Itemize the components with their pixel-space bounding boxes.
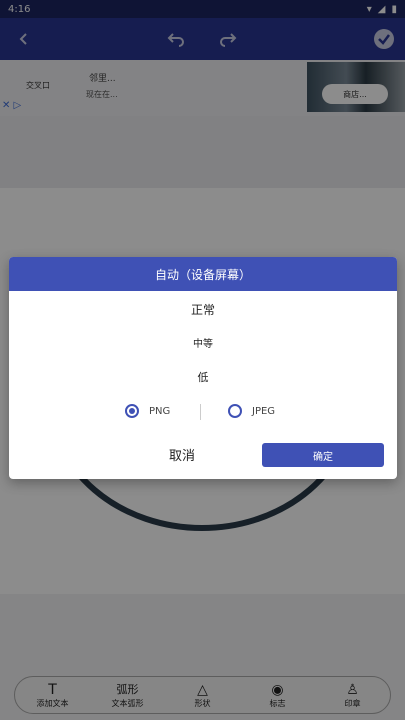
option-low[interactable]: 低 <box>9 369 397 385</box>
radio-unchecked-icon <box>228 404 242 418</box>
radio-jpeg[interactable]: JPEG <box>228 404 275 418</box>
save-quality-dialog: 自动（设备屏幕） 正常 中等 低 PNG JPEG 取消 确定 <box>9 257 397 479</box>
confirm-button[interactable]: 确定 <box>262 443 384 467</box>
option-normal[interactable]: 正常 <box>9 301 397 318</box>
radio-png[interactable]: PNG <box>125 404 170 418</box>
radio-jpeg-label: JPEG <box>252 405 276 417</box>
radio-checked-icon <box>125 404 139 418</box>
divider <box>200 404 201 420</box>
cancel-button[interactable]: 取消 <box>169 445 195 464</box>
radio-png-label: PNG <box>149 405 171 417</box>
dialog-title: 自动（设备屏幕） <box>9 257 397 291</box>
option-medium[interactable]: 中等 <box>9 335 397 350</box>
